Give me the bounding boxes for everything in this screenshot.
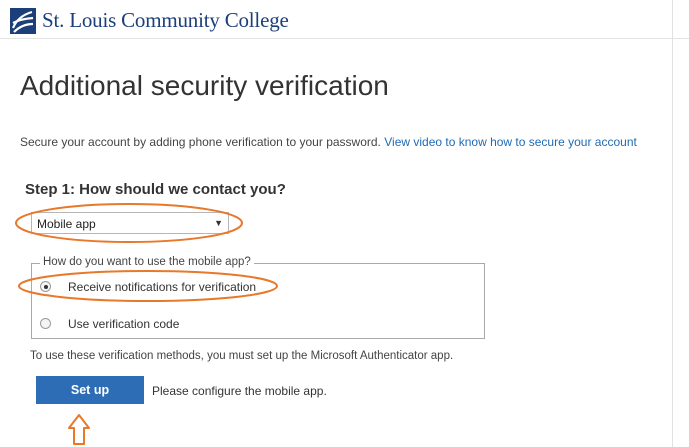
college-name: St. Louis Community College xyxy=(42,8,289,32)
configure-text: Please configure the mobile app. xyxy=(152,384,327,398)
arrow-up-icon xyxy=(68,414,90,445)
setup-button[interactable]: Set up xyxy=(36,376,144,404)
view-video-link[interactable]: View video to know how to secure your ac… xyxy=(384,135,637,149)
page-title: Additional security verification xyxy=(20,70,389,101)
page-divider xyxy=(672,0,673,447)
radio-button-checked[interactable] xyxy=(40,281,51,292)
slcc-logo-icon xyxy=(10,8,36,34)
radio-label: Receive notifications for verification xyxy=(68,280,257,294)
radio-label: Use verification code xyxy=(68,317,180,331)
site-header: St. Louis Community College xyxy=(0,0,689,39)
contact-method-select[interactable]: Mobile app ▼ xyxy=(31,212,229,234)
dropdown-arrow-icon: ▼ xyxy=(214,218,223,228)
authenticator-note: To use these verification methods, you m… xyxy=(30,350,454,362)
intro-description: Secure your account by adding phone veri… xyxy=(20,135,381,149)
step-heading: Step 1: How should we contact you? xyxy=(25,181,286,198)
usage-group-legend: How do you want to use the mobile app? xyxy=(40,256,254,268)
intro-text: Secure your account by adding phone veri… xyxy=(20,135,637,149)
radio-button-unchecked[interactable] xyxy=(40,318,51,329)
contact-method-value: Mobile app xyxy=(37,217,96,231)
